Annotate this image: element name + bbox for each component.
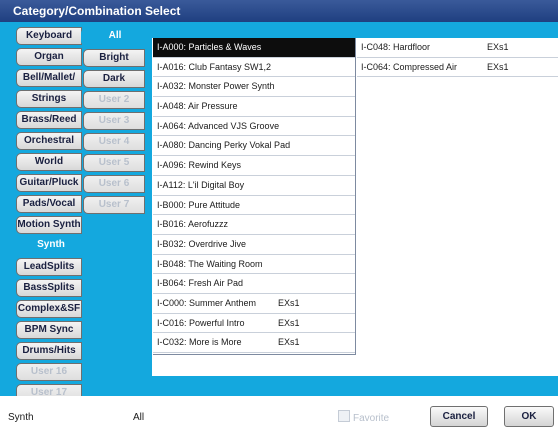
list-item[interactable]: I-A064: Advanced VJS Groove xyxy=(153,117,355,137)
list-item[interactable]: I-B000: Pure Attitude xyxy=(153,196,355,216)
subcategory-tab-user-5: User 5 xyxy=(83,154,145,172)
subcategory-tab-user-2: User 2 xyxy=(83,91,145,109)
combination-list: I-A000: Particles & Waves I-A016: Club Fa… xyxy=(152,38,558,376)
combination-name: I-A064: Advanced VJS Groove xyxy=(157,120,280,131)
cancel-button[interactable]: Cancel xyxy=(430,406,488,427)
combination-name: I-C064: Compressed Air xyxy=(361,61,458,72)
category-tab-brass-reed[interactable]: Brass/Reed xyxy=(16,111,82,129)
expansion-tag: EXs1 xyxy=(278,317,300,328)
category-select-dialog: Category/Combination Select Keyboard Orga… xyxy=(0,0,558,432)
list-item[interactable]: I-A096: Rewind Keys xyxy=(153,156,355,176)
subcategory-tab-bright[interactable]: Bright xyxy=(83,49,145,67)
combination-name: I-A080: Dancing Perky Vokal Pad xyxy=(157,140,291,151)
list-item[interactable]: I-A080: Dancing Perky Vokal Pad xyxy=(153,136,355,157)
list-item[interactable]: I-A112: L'il Digital Boy xyxy=(153,176,355,196)
category-tab-organ[interactable]: Organ xyxy=(16,48,82,66)
favorite-label: Favorite xyxy=(353,413,390,424)
category-tab-drums-hits[interactable]: Drums/Hits xyxy=(16,342,82,360)
category-tab-bpm-sync[interactable]: BPM Sync xyxy=(16,321,82,339)
combination-name: I-C032: More is More xyxy=(157,337,242,348)
category-tab-pads-vocal[interactable]: Pads/Vocal xyxy=(16,195,82,213)
combination-name: I-C000: Summer Anthem xyxy=(157,297,257,308)
combination-name: I-A112: L'il Digital Boy xyxy=(157,179,245,190)
category-tab-bell-mallet[interactable]: Bell/Mallet/ xyxy=(16,69,82,87)
category-tab-orchestral[interactable]: Orchestral xyxy=(16,132,82,150)
category-tab-strings[interactable]: Strings xyxy=(16,90,82,108)
favorite-checkbox[interactable]: Favorite xyxy=(338,410,389,424)
expansion-tag: EXs1 xyxy=(278,337,300,348)
category-tab-user-16: User 16 xyxy=(16,363,82,381)
category-tab-world[interactable]: World xyxy=(16,153,82,171)
list-item[interactable]: I-B016: Aerofuzzz xyxy=(153,215,355,235)
list-item[interactable]: I-A048: Air Pressure xyxy=(153,97,355,117)
list-item[interactable]: I-B048: The Waiting Room xyxy=(153,255,355,275)
subcategory-tab-all[interactable]: All xyxy=(81,28,149,46)
expansion-tag: EXs1 xyxy=(487,42,509,52)
list-column-1: I-A000: Particles & Waves I-A016: Club Fa… xyxy=(153,38,356,355)
category-tab-guitar-pluck[interactable]: Guitar/Pluck xyxy=(16,174,82,192)
list-item[interactable]: I-C016: Powerful Intro EXs1 xyxy=(153,314,355,334)
combination-name: I-C016: Powerful Intro xyxy=(157,317,245,328)
expansion-tag: EXs1 xyxy=(487,61,509,72)
checkbox-box-icon[interactable] xyxy=(338,410,350,422)
dialog-title: Category/Combination Select xyxy=(0,0,558,22)
list-item[interactable]: I-A016: Club Fantasy SW1,2 xyxy=(153,58,355,78)
category-tabs: Keyboard Organ Bell/Mallet/Strings Brass/Re… xyxy=(16,27,86,405)
subcategory-tab-user-4: User 4 xyxy=(83,133,145,151)
combination-name: I-A048: Air Pressure xyxy=(157,101,238,112)
list-item[interactable]: I-C048: Hardfloor EXs1 xyxy=(357,38,558,58)
list-item[interactable]: I-C032: More is More EXs1 xyxy=(153,333,355,353)
combination-name: I-A032: Monster Power Synth xyxy=(157,81,275,92)
combination-name: I-B064: Fresh Air Pad xyxy=(157,278,244,289)
combination-name: I-A000: Particles & Waves xyxy=(157,42,262,52)
list-item[interactable]: I-A032: Monster Power Synth xyxy=(153,77,355,98)
category-tab-leadsplits[interactable]: LeadSplits xyxy=(16,258,82,276)
list-item[interactable]: I-B032: Overdrive Jive xyxy=(153,235,355,255)
combination-name: I-A096: Rewind Keys xyxy=(157,160,242,171)
list-item[interactable]: I-C064: Compressed Air EXs1 xyxy=(357,58,558,78)
expansion-tag: EXs1 xyxy=(278,297,300,308)
selected-category-readout: Synth xyxy=(8,412,34,423)
category-tab-complex-sf[interactable]: Complex&SF xyxy=(16,300,82,318)
subcategory-tab-user-3: User 3 xyxy=(83,112,145,130)
subcategory-tabs: All Bright Dark User 2 User 3 User 4 User 5 Use… xyxy=(81,28,149,378)
combination-name: I-B032: Overdrive Jive xyxy=(157,238,247,249)
list-item[interactable]: I-C000: Summer Anthem EXs1 xyxy=(153,294,355,314)
combination-name: I-B016: Aerofuzzz xyxy=(157,219,229,230)
combination-name: I-B048: The Waiting Room xyxy=(157,258,263,269)
footer-bar: Synth All Favorite Cancel OK xyxy=(0,396,558,432)
combination-name: I-B000: Pure Attitude xyxy=(157,199,241,210)
category-tab-basssplits[interactable]: BassSplits xyxy=(16,279,82,297)
subcategory-tab-user-7: User 7 xyxy=(83,196,145,214)
list-item[interactable]: I-A000: Particles & Waves xyxy=(153,38,355,58)
list-item[interactable]: I-B064: Fresh Air Pad xyxy=(153,274,355,294)
category-tab-motion-synth[interactable]: Motion Synth xyxy=(16,216,82,234)
combination-name: I-C048: Hardfloor xyxy=(361,42,431,52)
category-tab-keyboard[interactable]: Keyboard xyxy=(16,27,82,45)
subcategory-tab-dark[interactable]: Dark xyxy=(83,70,145,88)
ok-button[interactable]: OK xyxy=(504,406,554,427)
selected-subcategory-readout: All xyxy=(133,412,145,423)
category-tab-synth[interactable]: Synth xyxy=(16,237,86,255)
subcategory-tab-user-6: User 6 xyxy=(83,175,145,193)
list-column-2: I-C048: Hardfloor EXs1 I-C064: Compressed … xyxy=(357,38,558,374)
combination-name: I-A016: Club Fantasy SW1,2 xyxy=(157,61,272,72)
